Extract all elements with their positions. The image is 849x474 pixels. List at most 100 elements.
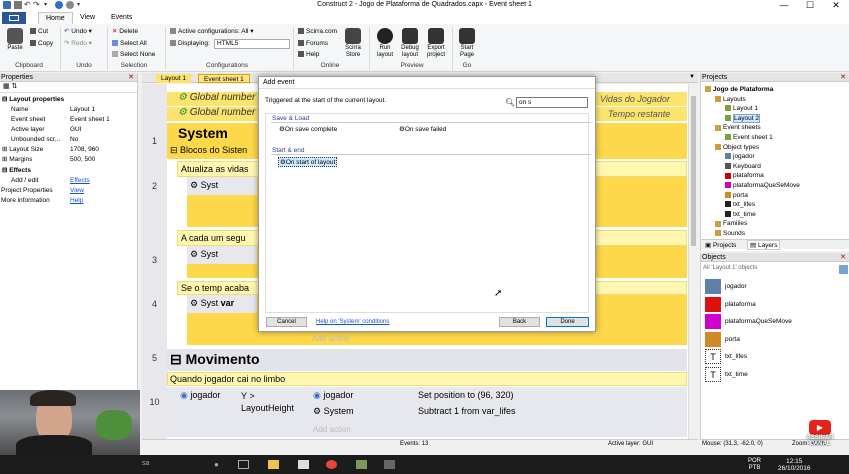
object-item[interactable]: jogador bbox=[705, 279, 747, 295]
play-icon[interactable] bbox=[55, 1, 63, 9]
undo-icon[interactable]: ↶ bbox=[24, 1, 32, 9]
project-tree-item[interactable]: Sounds bbox=[715, 229, 745, 238]
project-tree-item[interactable]: Jogo de Plataforma bbox=[705, 85, 773, 94]
more-info-link[interactable]: Help bbox=[70, 196, 83, 206]
action-text[interactable]: Subtract 1 from var_lifes bbox=[418, 406, 516, 416]
close-icon[interactable]: ✕ bbox=[840, 73, 846, 82]
clock[interactable]: 12:15 26/10/2016 bbox=[778, 458, 811, 472]
object-item[interactable]: plataformaQueSeMove bbox=[705, 314, 792, 330]
tab-home[interactable]: Home bbox=[38, 12, 73, 24]
effects-link[interactable]: Effects bbox=[70, 176, 90, 186]
project-tree-item[interactable]: Families bbox=[715, 219, 747, 228]
condition-option[interactable]: ⚙On save complete bbox=[279, 125, 337, 133]
project-tree-item[interactable]: Event sheets bbox=[715, 123, 761, 132]
select-all-button[interactable]: Select All bbox=[112, 40, 147, 48]
taskbar-search-text[interactable]: sa bbox=[142, 460, 149, 467]
prop-value[interactable]: GUI bbox=[70, 125, 82, 135]
project-tree-item[interactable]: porta bbox=[725, 191, 748, 200]
dropdown-icon[interactable]: ▾ bbox=[44, 1, 50, 9]
back-button[interactable]: Back bbox=[499, 317, 540, 327]
paste-button[interactable]: Paste bbox=[5, 28, 25, 52]
condition-option[interactable]: ⚙On save failed bbox=[399, 125, 446, 133]
tab-events[interactable]: Events bbox=[104, 12, 139, 24]
object-item[interactable]: Ttxt_lifes bbox=[705, 349, 747, 365]
run-layout-button[interactable]: Run layout bbox=[374, 28, 396, 59]
start-page-button[interactable]: Start Page bbox=[456, 28, 478, 59]
save-icon[interactable] bbox=[14, 1, 22, 9]
effects-section[interactable]: ⊟ Effects bbox=[2, 166, 31, 176]
undo-button[interactable]: ↶ Undo ▾ bbox=[64, 28, 92, 36]
event-scrollbar[interactable] bbox=[688, 84, 697, 439]
object-item[interactable]: Ttxt_time bbox=[705, 366, 748, 383]
tab-layout-1[interactable]: Layout 1 bbox=[156, 74, 191, 83]
tab-view[interactable]: View bbox=[73, 12, 102, 24]
action-object[interactable]: ◉ jogador bbox=[313, 390, 353, 401]
layout-properties-section[interactable]: ⊟ Layout properties bbox=[2, 95, 64, 105]
global-var-1[interactable]: ⚙ Global number bbox=[178, 92, 255, 103]
project-tree-item[interactable]: txt_lifes bbox=[725, 200, 755, 209]
add-action-link[interactable]: Add action bbox=[312, 334, 350, 343]
condition-text[interactable]: Y > LayoutHeight bbox=[241, 390, 301, 414]
prop-value[interactable]: Event sheet 1 bbox=[70, 115, 110, 125]
project-tree-item[interactable]: Layout 1 bbox=[725, 104, 758, 113]
project-tree-item[interactable]: Event sheet 1 bbox=[725, 133, 773, 142]
app-taskbar-icon[interactable] bbox=[356, 460, 367, 469]
system-condition[interactable]: ⚙ Syst bbox=[190, 249, 218, 260]
redo-icon[interactable]: ↷ bbox=[33, 1, 41, 9]
cancel-button[interactable]: Cancel bbox=[266, 317, 307, 327]
project-tree-item[interactable]: plataformaQueSeMove bbox=[725, 181, 800, 190]
sort-icon[interactable]: ▦ ⇅ bbox=[3, 83, 17, 90]
file-menu-button[interactable] bbox=[2, 12, 26, 24]
delete-button[interactable]: ✕ Delete bbox=[112, 28, 138, 36]
action-object[interactable]: ⚙ System bbox=[313, 406, 354, 417]
forums-link[interactable]: Forums bbox=[298, 40, 328, 48]
redo-button[interactable]: ↷ Redo ▾ bbox=[64, 40, 92, 48]
cut-button[interactable]: Cut bbox=[30, 28, 48, 36]
construct-taskbar-icon[interactable] bbox=[384, 460, 395, 469]
project-properties-link[interactable]: View bbox=[70, 186, 84, 196]
search-input[interactable]: on s bbox=[516, 97, 588, 108]
debug-layout-button[interactable]: Debug layout bbox=[398, 28, 422, 59]
add-action-link[interactable]: Add action bbox=[313, 425, 351, 434]
debug-icon[interactable] bbox=[66, 1, 74, 9]
project-tree-item[interactable]: plataforma bbox=[725, 171, 764, 180]
margins-row[interactable]: ⊞ Margins bbox=[2, 155, 32, 165]
tab-layers[interactable]: ▤ Layers bbox=[747, 240, 781, 250]
close-icon[interactable]: ✕ bbox=[840, 253, 846, 262]
language-indicator[interactable]: POR PTB bbox=[748, 458, 761, 472]
project-tree-item[interactable]: Layout 2 bbox=[725, 113, 760, 123]
close-icon[interactable]: ✕ bbox=[128, 73, 134, 82]
project-tree-item[interactable]: Keyboard bbox=[725, 162, 761, 171]
store-taskbar-icon[interactable] bbox=[298, 460, 309, 469]
tab-list-icon[interactable]: ▼ bbox=[689, 73, 695, 82]
scrollbar-thumb[interactable] bbox=[691, 96, 696, 246]
tab-projects[interactable]: ▣ Projects bbox=[705, 241, 736, 249]
help-conditions-link[interactable]: Help on 'System' conditions bbox=[316, 319, 389, 325]
project-tree-item[interactable]: Object types bbox=[715, 143, 759, 152]
action-text[interactable]: Set position to (96, 320) bbox=[418, 390, 514, 400]
scirra-store-button[interactable]: Scirra Store bbox=[342, 28, 364, 59]
project-tree-item[interactable]: jogador bbox=[725, 152, 755, 161]
project-tree-item[interactable]: txt_time bbox=[725, 210, 756, 219]
export-project-button[interactable]: Export project bbox=[424, 28, 448, 59]
active-configurations-button[interactable]: Active configurations: All ▾ bbox=[170, 28, 254, 36]
help-link[interactable]: Help bbox=[298, 51, 319, 59]
filter-icon[interactable] bbox=[839, 265, 848, 274]
global-var-2[interactable]: ⚙ Global number bbox=[178, 107, 255, 118]
prop-value[interactable]: 500, 500 bbox=[70, 155, 95, 165]
close-button[interactable]: ✕ bbox=[823, 0, 849, 11]
object-item[interactable]: plataforma bbox=[705, 296, 756, 313]
done-button[interactable]: Done bbox=[546, 317, 589, 327]
displaying-select[interactable]: HTML5 bbox=[214, 39, 290, 49]
customize-icon[interactable]: ▾ bbox=[77, 1, 83, 9]
prop-value[interactable]: Layout 1 bbox=[70, 105, 95, 115]
system-condition[interactable]: ⚙ Syst bbox=[190, 180, 218, 191]
system-condition[interactable]: ⚙ Syst var bbox=[190, 298, 234, 309]
prop-value[interactable]: 1708, 960 bbox=[70, 145, 99, 155]
project-tree-item[interactable]: Layouts bbox=[715, 95, 746, 104]
object-item[interactable]: porta bbox=[705, 331, 740, 348]
microphone-icon[interactable]: ● bbox=[214, 460, 225, 469]
tab-event-sheet-1[interactable]: Event sheet 1 bbox=[198, 74, 250, 83]
conditions-list[interactable] bbox=[265, 113, 589, 313]
select-none-button[interactable]: Select None bbox=[112, 51, 155, 59]
